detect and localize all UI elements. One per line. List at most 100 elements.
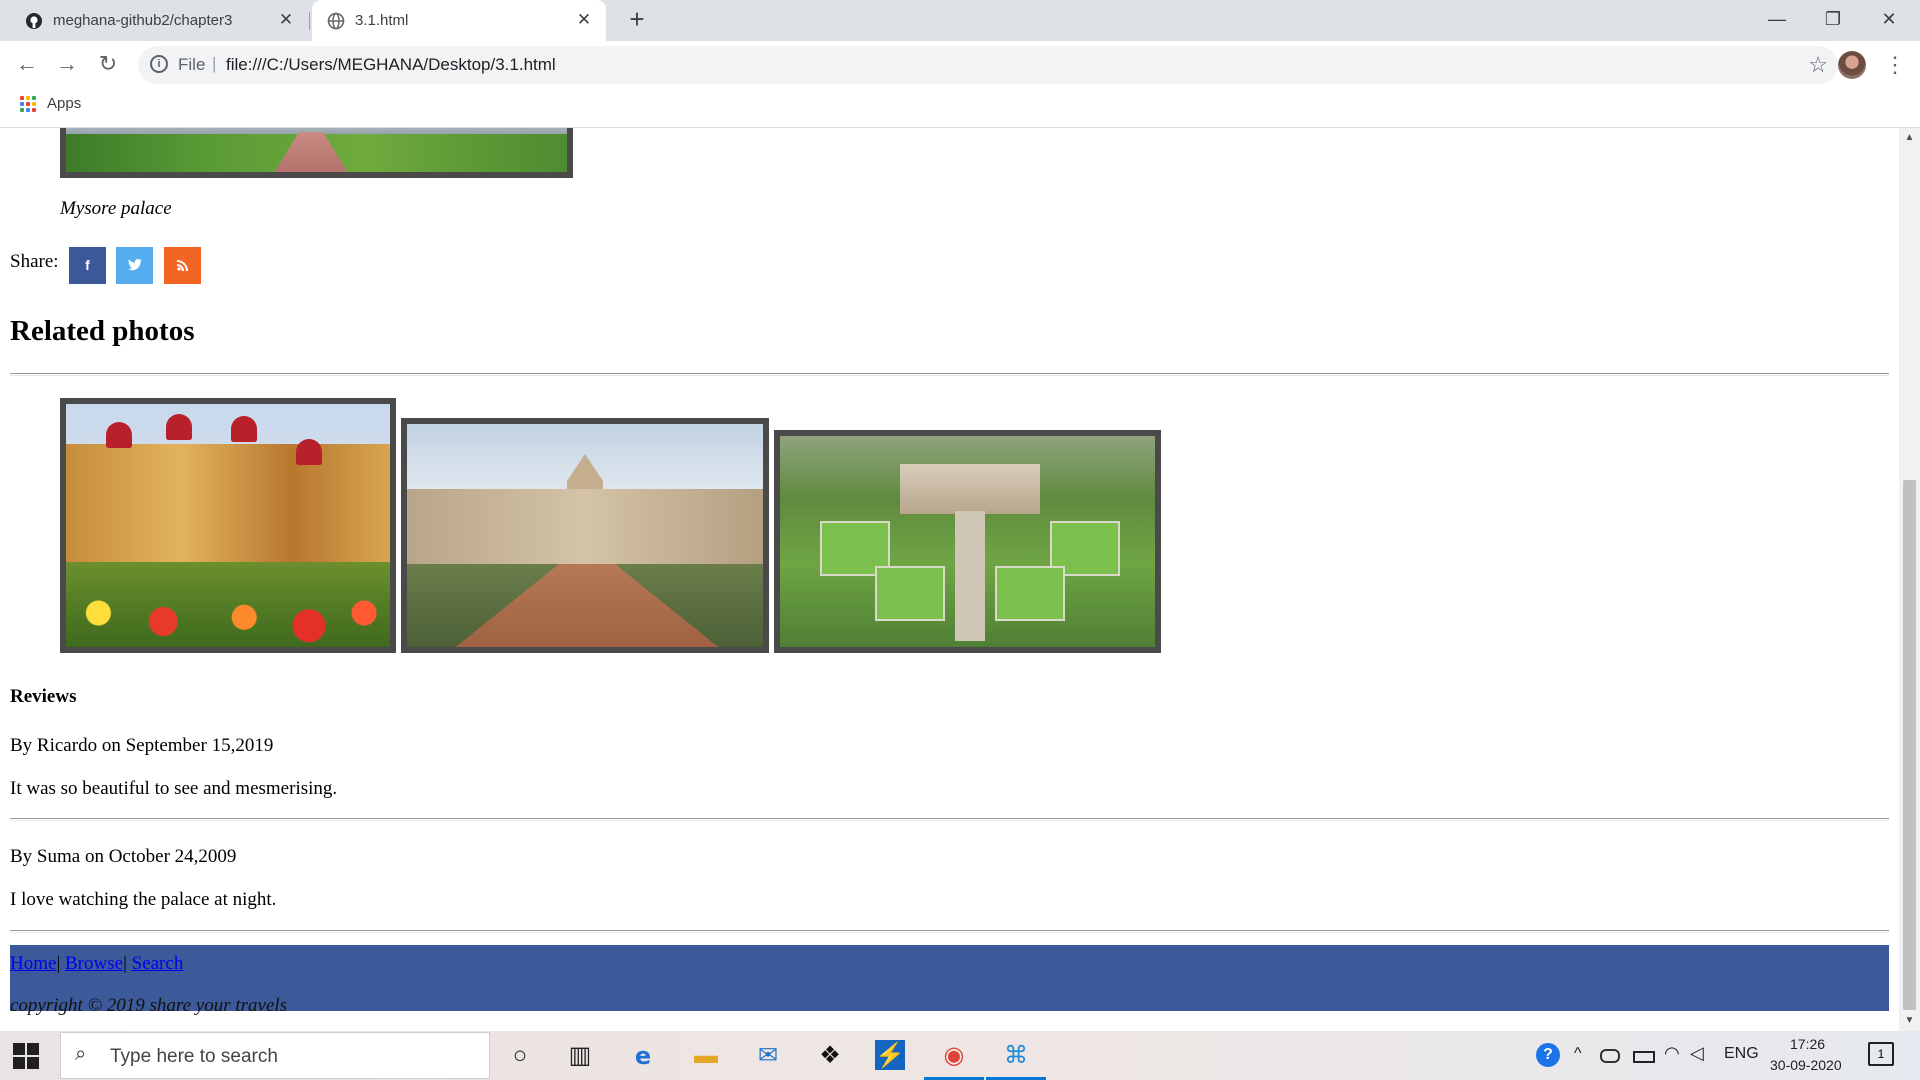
share-rss-button[interactable]	[164, 247, 201, 284]
scheme-separator: |	[212, 54, 217, 73]
review-divider	[10, 930, 1889, 933]
action-center-notification-icon[interactable]: 1	[1868, 1042, 1894, 1066]
photo-caption: Mysore palace	[60, 198, 172, 219]
volume-icon[interactable]: ◁	[1690, 1043, 1704, 1064]
related-photos-heading: Related photos	[10, 315, 195, 347]
scrollbar-thumb[interactable]	[1903, 480, 1916, 1010]
bookmarks-bar	[0, 88, 1920, 128]
share-twitter-button[interactable]	[116, 247, 153, 284]
apps-grid-icon[interactable]	[20, 96, 36, 112]
apps-grid-dot	[20, 108, 24, 112]
scroll-up-arrow-icon[interactable]: ▲	[1899, 132, 1920, 146]
profile-avatar[interactable]	[1838, 51, 1866, 79]
footer-separator: |	[56, 953, 61, 974]
footer-link-home[interactable]: Home	[10, 953, 56, 974]
dropbox-icon[interactable]: ❖	[813, 1040, 847, 1072]
related-photo-1[interactable]	[60, 398, 396, 653]
apps-grid-dot	[32, 96, 36, 100]
page-footer: Home| Browse| Search copyright © 2019 sh…	[10, 945, 1889, 1016]
tab-title: 3.1.html	[355, 12, 409, 29]
review-divider	[10, 818, 1889, 821]
search-icon: ⌕	[75, 1043, 87, 1065]
url-text[interactable]: file:///C:/Users/MEGHANA/Desktop/3.1.htm…	[226, 55, 556, 75]
windows-logo-pane	[27, 1057, 39, 1069]
scheme-label: File	[178, 55, 206, 74]
reload-button[interactable]: ↻	[94, 50, 122, 78]
section-divider	[10, 373, 1889, 376]
show-hidden-icons-chevron-icon[interactable]: ^	[1574, 1045, 1582, 1063]
new-tab-button[interactable]: +	[625, 6, 649, 32]
review-author: By Suma on October 24,2009	[10, 846, 237, 867]
onedrive-cloud-icon[interactable]	[1600, 1049, 1620, 1063]
apps-bookmark[interactable]: Apps	[47, 95, 81, 112]
twitter-icon	[127, 259, 142, 271]
battery-icon[interactable]	[1633, 1051, 1655, 1063]
windows-logo-pane	[13, 1057, 25, 1069]
footer-link-browse[interactable]: Browse	[65, 953, 123, 974]
main-photo-mysore-palace	[60, 128, 573, 178]
vscode-icon[interactable]: ⌘	[999, 1040, 1033, 1072]
back-button[interactable]: ←	[13, 50, 41, 78]
photo-dome	[296, 439, 322, 465]
site-info-icon[interactable]: i	[150, 55, 168, 73]
power-automate-icon[interactable]: ⚡	[875, 1040, 905, 1070]
related-photo-2[interactable]	[401, 418, 769, 653]
review-author: By Ricardo on September 15,2019	[10, 735, 274, 756]
facebook-icon: f	[85, 257, 90, 273]
copyright-text: copyright © 2019 share your travels	[10, 995, 288, 1016]
apps-grid-dot	[26, 96, 30, 100]
chrome-icon[interactable]: ◉	[937, 1040, 971, 1072]
minimize-button[interactable]: —	[1762, 6, 1792, 32]
footer-link-search[interactable]: Search	[132, 953, 184, 974]
clock-date[interactable]: 30-09-2020	[1770, 1057, 1842, 1073]
cortana-icon[interactable]: ○	[503, 1040, 537, 1072]
close-tab-icon[interactable]: ✕	[574, 10, 594, 30]
help-icon[interactable]: ?	[1536, 1043, 1560, 1067]
apps-grid-dot	[20, 102, 24, 106]
photo-palace-building	[900, 464, 1040, 514]
rss-icon	[176, 260, 188, 271]
photo-dome	[106, 422, 132, 448]
close-window-button[interactable]: ✕	[1874, 6, 1904, 32]
search-placeholder: Type here to search	[110, 1046, 278, 1067]
mail-icon[interactable]: ✉	[751, 1040, 785, 1072]
task-view-icon[interactable]: ▥	[563, 1040, 597, 1072]
tab-3-1-html[interactable]: 3.1.html ✕	[312, 0, 606, 41]
tab-separator	[309, 12, 310, 30]
file-explorer-icon[interactable]: ▬	[689, 1040, 723, 1072]
photo-dome	[166, 414, 192, 440]
edge-icon[interactable]: e	[626, 1040, 660, 1072]
clock-time[interactable]: 17:26	[1790, 1036, 1825, 1052]
browser-menu-icon[interactable]: ⋮	[1884, 51, 1906, 79]
apps-grid-dot	[26, 102, 30, 106]
globe-icon	[327, 12, 345, 29]
share-facebook-button[interactable]: f	[69, 247, 106, 284]
language-indicator[interactable]: ENG	[1724, 1045, 1759, 1063]
scroll-down-arrow-icon[interactable]: ▼	[1899, 1015, 1920, 1029]
apps-grid-dot	[32, 102, 36, 106]
wifi-icon[interactable]: ◠	[1664, 1043, 1680, 1064]
address-bar[interactable]: i File | file:///C:/Users/MEGHANA/Deskto…	[138, 46, 1838, 84]
related-photo-3[interactable]	[774, 430, 1161, 653]
photo-dome	[231, 416, 257, 442]
footer-nav: Home| Browse| Search	[10, 953, 183, 975]
apps-grid-dot	[20, 96, 24, 100]
review-text: It was so beautiful to see and mesmerisi…	[10, 778, 338, 799]
footer-separator: |	[123, 953, 127, 974]
windows-logo-pane	[27, 1043, 39, 1055]
close-tab-icon[interactable]: ✕	[276, 10, 296, 30]
apps-grid-dot	[26, 108, 30, 112]
browser-toolbar: ← → ↻ i File | file:///C:/Users/MEGHANA/…	[0, 41, 1920, 88]
tab-title: meghana-github2/chapter3	[53, 12, 233, 29]
start-button[interactable]	[13, 1043, 39, 1069]
restore-button[interactable]: ❐	[1818, 6, 1848, 32]
page-scrollbar[interactable]: ▲ ▼	[1899, 128, 1920, 1031]
share-label: Share:	[10, 251, 59, 272]
forward-button[interactable]: →	[53, 50, 81, 78]
taskbar-search-box[interactable]: ⌕ Type here to search	[60, 1032, 490, 1079]
bookmark-star-icon[interactable]: ☆	[1808, 52, 1828, 78]
page-content: Mysore palace Share: f Related photos Re…	[0, 128, 1899, 1031]
tab-github-chapter3[interactable]: meghana-github2/chapter3 ✕	[8, 0, 308, 41]
apps-grid-dot	[32, 108, 36, 112]
photo-lawn	[995, 566, 1065, 621]
